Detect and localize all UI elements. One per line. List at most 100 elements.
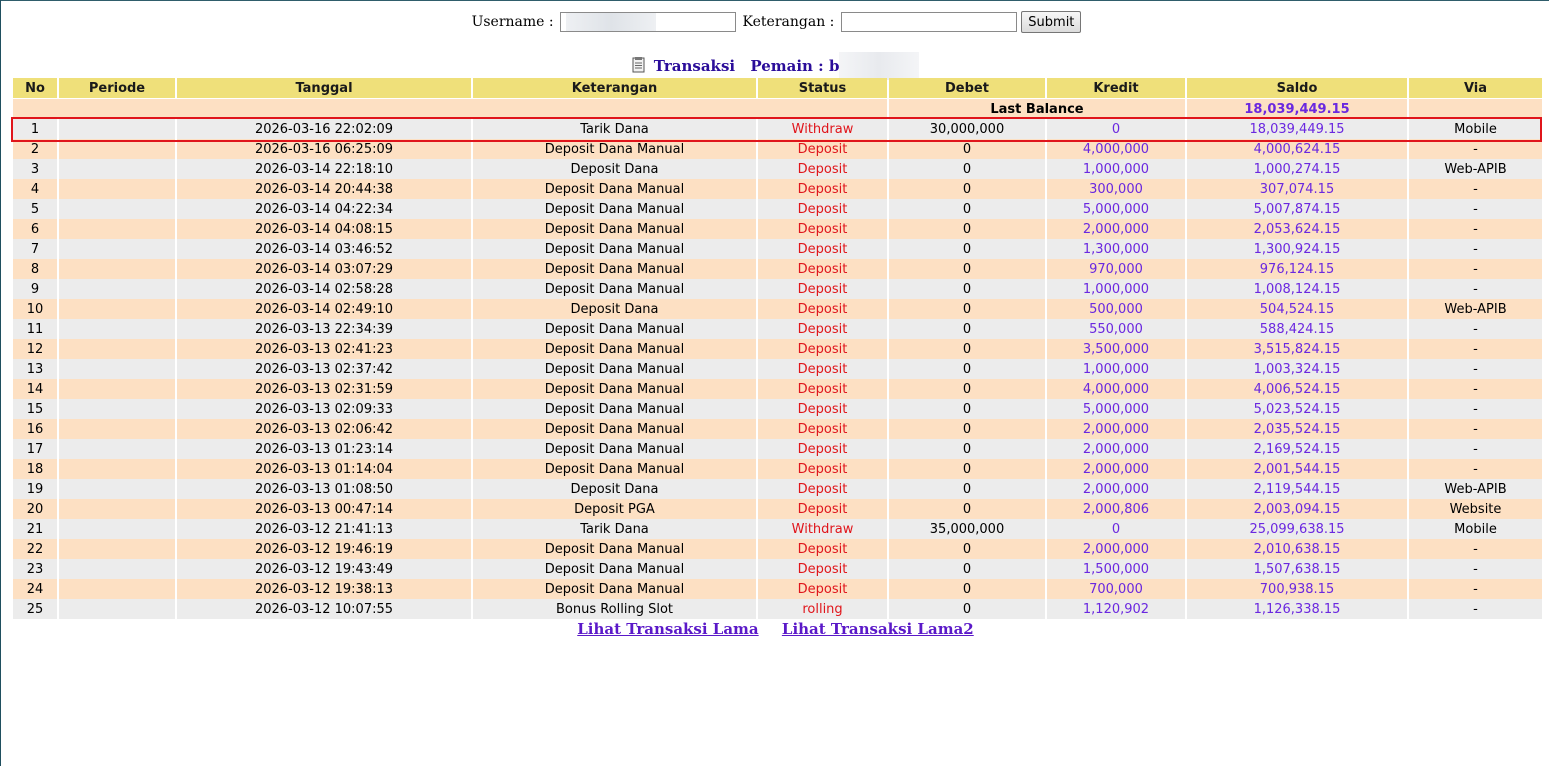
cell-via: -	[1409, 319, 1542, 339]
cell-no: 1	[13, 119, 57, 139]
cell-saldo: 18,039,449.15	[1187, 119, 1407, 139]
cell-tanggal: 2026-03-13 01:14:04	[177, 459, 471, 479]
cell-keterangan: Deposit Dana Manual	[473, 199, 756, 219]
cell-debet: 0	[889, 399, 1045, 419]
col-header-debet[interactable]: Debet	[889, 78, 1045, 99]
cell-tanggal: 2026-03-13 02:41:23	[177, 339, 471, 359]
cell-via: -	[1409, 339, 1542, 359]
cell-saldo: 2,010,638.15	[1187, 539, 1407, 559]
cell-via: Mobile	[1409, 519, 1542, 539]
cell-keterangan: Deposit Dana Manual	[473, 579, 756, 599]
cell-keterangan: Deposit Dana Manual	[473, 539, 756, 559]
cell-no: 18	[13, 459, 57, 479]
table-row: 21 2026-03-12 21:41:13 Tarik Dana Withdraw 3…	[13, 519, 1542, 539]
cell-status: Deposit	[758, 539, 887, 559]
cell-periode	[59, 199, 175, 219]
keterangan-label: Keterangan :	[742, 14, 835, 30]
cell-status: Deposit	[758, 579, 887, 599]
col-header-saldo[interactable]: Saldo	[1187, 78, 1407, 99]
col-header-periode[interactable]: Periode	[59, 78, 175, 99]
cell-saldo: 3,515,824.15	[1187, 339, 1407, 359]
cell-kredit: 2,000,000	[1047, 419, 1185, 439]
table-row: 18 2026-03-13 01:14:04 Deposit Dana Manual…	[13, 459, 1542, 479]
cell-kredit: 2,000,000	[1047, 479, 1185, 499]
cell-no: 4	[13, 179, 57, 199]
cell-keterangan: Deposit PGA	[473, 499, 756, 519]
cell-saldo: 1,126,338.15	[1187, 599, 1407, 619]
cell-no: 2	[13, 139, 57, 159]
cell-debet: 0	[889, 599, 1045, 619]
table-row: 23 2026-03-12 19:43:49 Deposit Dana Manual…	[13, 559, 1542, 579]
old-transactions-link[interactable]: Lihat Transaksi Lama	[577, 620, 758, 638]
cell-debet: 0	[889, 219, 1045, 239]
table-row: 9 2026-03-14 02:58:28 Deposit Dana Manual D…	[13, 279, 1542, 299]
col-header-no[interactable]: No	[13, 78, 57, 99]
cell-no: 6	[13, 219, 57, 239]
col-header-status[interactable]: Status	[758, 78, 887, 99]
submit-button[interactable]: Submit	[1021, 11, 1082, 33]
old-transactions-link-2[interactable]: Lihat Transaksi Lama2	[782, 620, 974, 638]
cell-status: Deposit	[758, 159, 887, 179]
cell-via: -	[1409, 559, 1542, 579]
cell-keterangan: Deposit Dana Manual	[473, 319, 756, 339]
table-row: 13 2026-03-13 02:37:42 Deposit Dana Manual…	[13, 359, 1542, 379]
cell-keterangan: Tarik Dana	[473, 519, 756, 539]
cell-via: -	[1409, 239, 1542, 259]
username-label: Username :	[471, 14, 554, 30]
cell-no: 10	[13, 299, 57, 319]
cell-no: 13	[13, 359, 57, 379]
cell-tanggal: 2026-03-13 22:34:39	[177, 319, 471, 339]
col-header-via[interactable]: Via	[1409, 78, 1542, 99]
cell-saldo: 1,300,924.15	[1187, 239, 1407, 259]
cell-tanggal: 2026-03-13 01:08:50	[177, 479, 471, 499]
cell-periode	[59, 179, 175, 199]
cell-no: 23	[13, 559, 57, 579]
cell-saldo: 588,424.15	[1187, 319, 1407, 339]
cell-debet: 0	[889, 239, 1045, 259]
cell-periode	[59, 379, 175, 399]
cell-kredit: 1,000,000	[1047, 359, 1185, 379]
cell-debet: 0	[889, 579, 1045, 599]
cell-periode	[59, 219, 175, 239]
cell-no: 11	[13, 319, 57, 339]
cell-no: 25	[13, 599, 57, 619]
cell-tanggal: 2026-03-12 19:46:19	[177, 539, 471, 559]
cell-status: Deposit	[758, 439, 887, 459]
page-title: Transaksi Pemain : b	[1, 52, 1549, 80]
cell-no: 19	[13, 479, 57, 499]
last-balance-via	[1409, 99, 1542, 119]
cell-tanggal: 2026-03-13 00:47:14	[177, 499, 471, 519]
table-row: 19 2026-03-13 01:08:50 Deposit Dana Deposit…	[13, 479, 1542, 499]
cell-debet: 0	[889, 419, 1045, 439]
keterangan-input[interactable]	[840, 12, 1017, 32]
cell-status: Deposit	[758, 279, 887, 299]
table-header-row: No Periode Tanggal Keterangan Status Deb…	[13, 78, 1542, 99]
cell-tanggal: 2026-03-14 20:44:38	[177, 179, 471, 199]
cell-tanggal: 2026-03-13 02:31:59	[177, 379, 471, 399]
top-border	[1, 0, 1549, 1]
cell-periode	[59, 279, 175, 299]
cell-debet: 0	[889, 299, 1045, 319]
cell-kredit: 550,000	[1047, 319, 1185, 339]
cell-saldo: 5,023,524.15	[1187, 399, 1407, 419]
cell-periode	[59, 439, 175, 459]
cell-saldo: 2,053,624.15	[1187, 219, 1407, 239]
cell-status: Deposit	[758, 459, 887, 479]
col-header-kredit[interactable]: Kredit	[1047, 78, 1185, 99]
table-row: 22 2026-03-12 19:46:19 Deposit Dana Manual…	[13, 539, 1542, 559]
cell-via: -	[1409, 379, 1542, 399]
table-row: 4 2026-03-14 20:44:38 Deposit Dana Manual D…	[13, 179, 1542, 199]
cell-debet: 0	[889, 479, 1045, 499]
cell-periode	[59, 239, 175, 259]
cell-status: Deposit	[758, 339, 887, 359]
cell-status: Withdraw	[758, 519, 887, 539]
cell-kredit: 2,000,000	[1047, 219, 1185, 239]
cell-debet: 0	[889, 539, 1045, 559]
cell-keterangan: Deposit Dana Manual	[473, 359, 756, 379]
cell-saldo: 1,000,274.15	[1187, 159, 1407, 179]
col-header-tanggal[interactable]: Tanggal	[177, 78, 471, 99]
cell-keterangan: Deposit Dana Manual	[473, 419, 756, 439]
cell-no: 7	[13, 239, 57, 259]
last-balance-value: 18,039,449.15	[1187, 99, 1407, 119]
col-header-keterangan[interactable]: Keterangan	[473, 78, 756, 99]
